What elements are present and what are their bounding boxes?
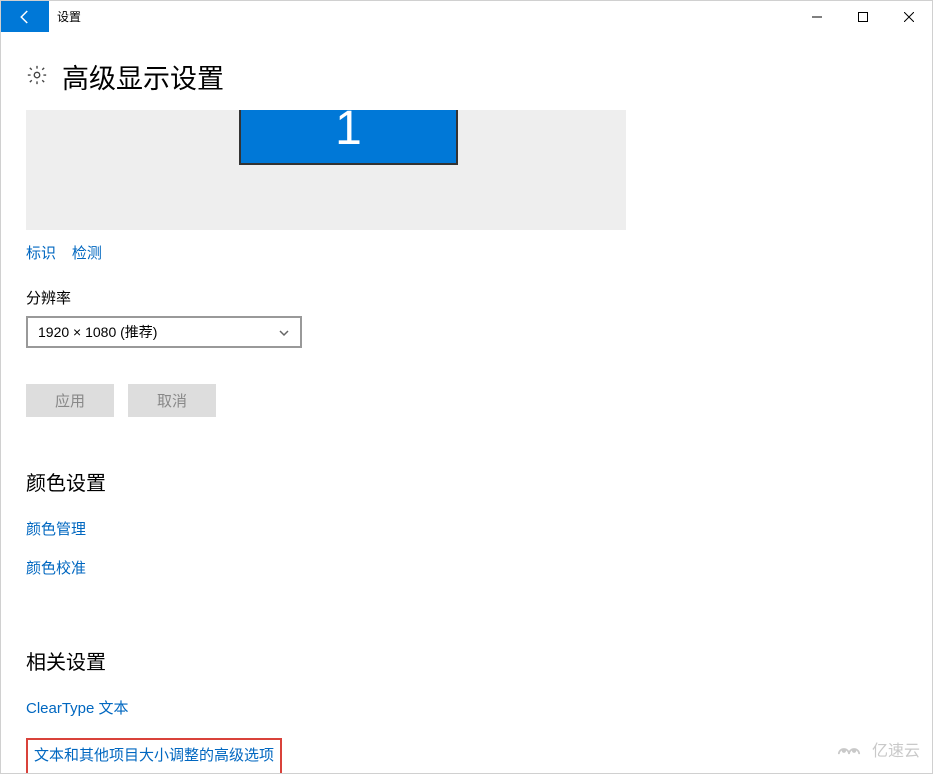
color-calibration-link[interactable]: 颜色校准 [26, 557, 86, 578]
resolution-value: 1920 × 1080 (推荐) [38, 322, 157, 342]
resolution-select[interactable]: 1920 × 1080 (推荐) [26, 316, 302, 348]
identify-link[interactable]: 标识 [26, 245, 56, 262]
minimize-button[interactable] [794, 1, 840, 32]
gear-icon [26, 64, 48, 89]
chevron-down-icon [278, 326, 290, 338]
resolution-label: 分辨率 [26, 287, 932, 308]
watermark: 亿速云 [832, 737, 920, 761]
related-settings-heading: 相关设置 [26, 646, 932, 675]
detect-link[interactable]: 检测 [72, 245, 102, 262]
advanced-sizing-highlight: 文本和其他项目大小调整的高级选项 [26, 738, 282, 774]
advanced-sizing-link[interactable]: 文本和其他项目大小调整的高级选项 [34, 744, 274, 765]
monitor-display-1[interactable]: 1 [239, 110, 458, 165]
back-button[interactable] [1, 1, 49, 32]
cleartype-link[interactable]: ClearType 文本 [26, 697, 129, 718]
window-title: 设置 [49, 1, 81, 32]
page-title: 高级显示设置 [62, 57, 224, 96]
monitor-preview-area: 1 [26, 110, 626, 230]
color-management-link[interactable]: 颜色管理 [26, 518, 86, 539]
apply-button[interactable]: 应用 [26, 384, 114, 417]
monitor-label: 1 [335, 110, 362, 156]
color-settings-heading: 颜色设置 [26, 467, 932, 496]
close-button[interactable] [886, 1, 932, 32]
maximize-button[interactable] [840, 1, 886, 32]
cancel-button[interactable]: 取消 [128, 384, 216, 417]
